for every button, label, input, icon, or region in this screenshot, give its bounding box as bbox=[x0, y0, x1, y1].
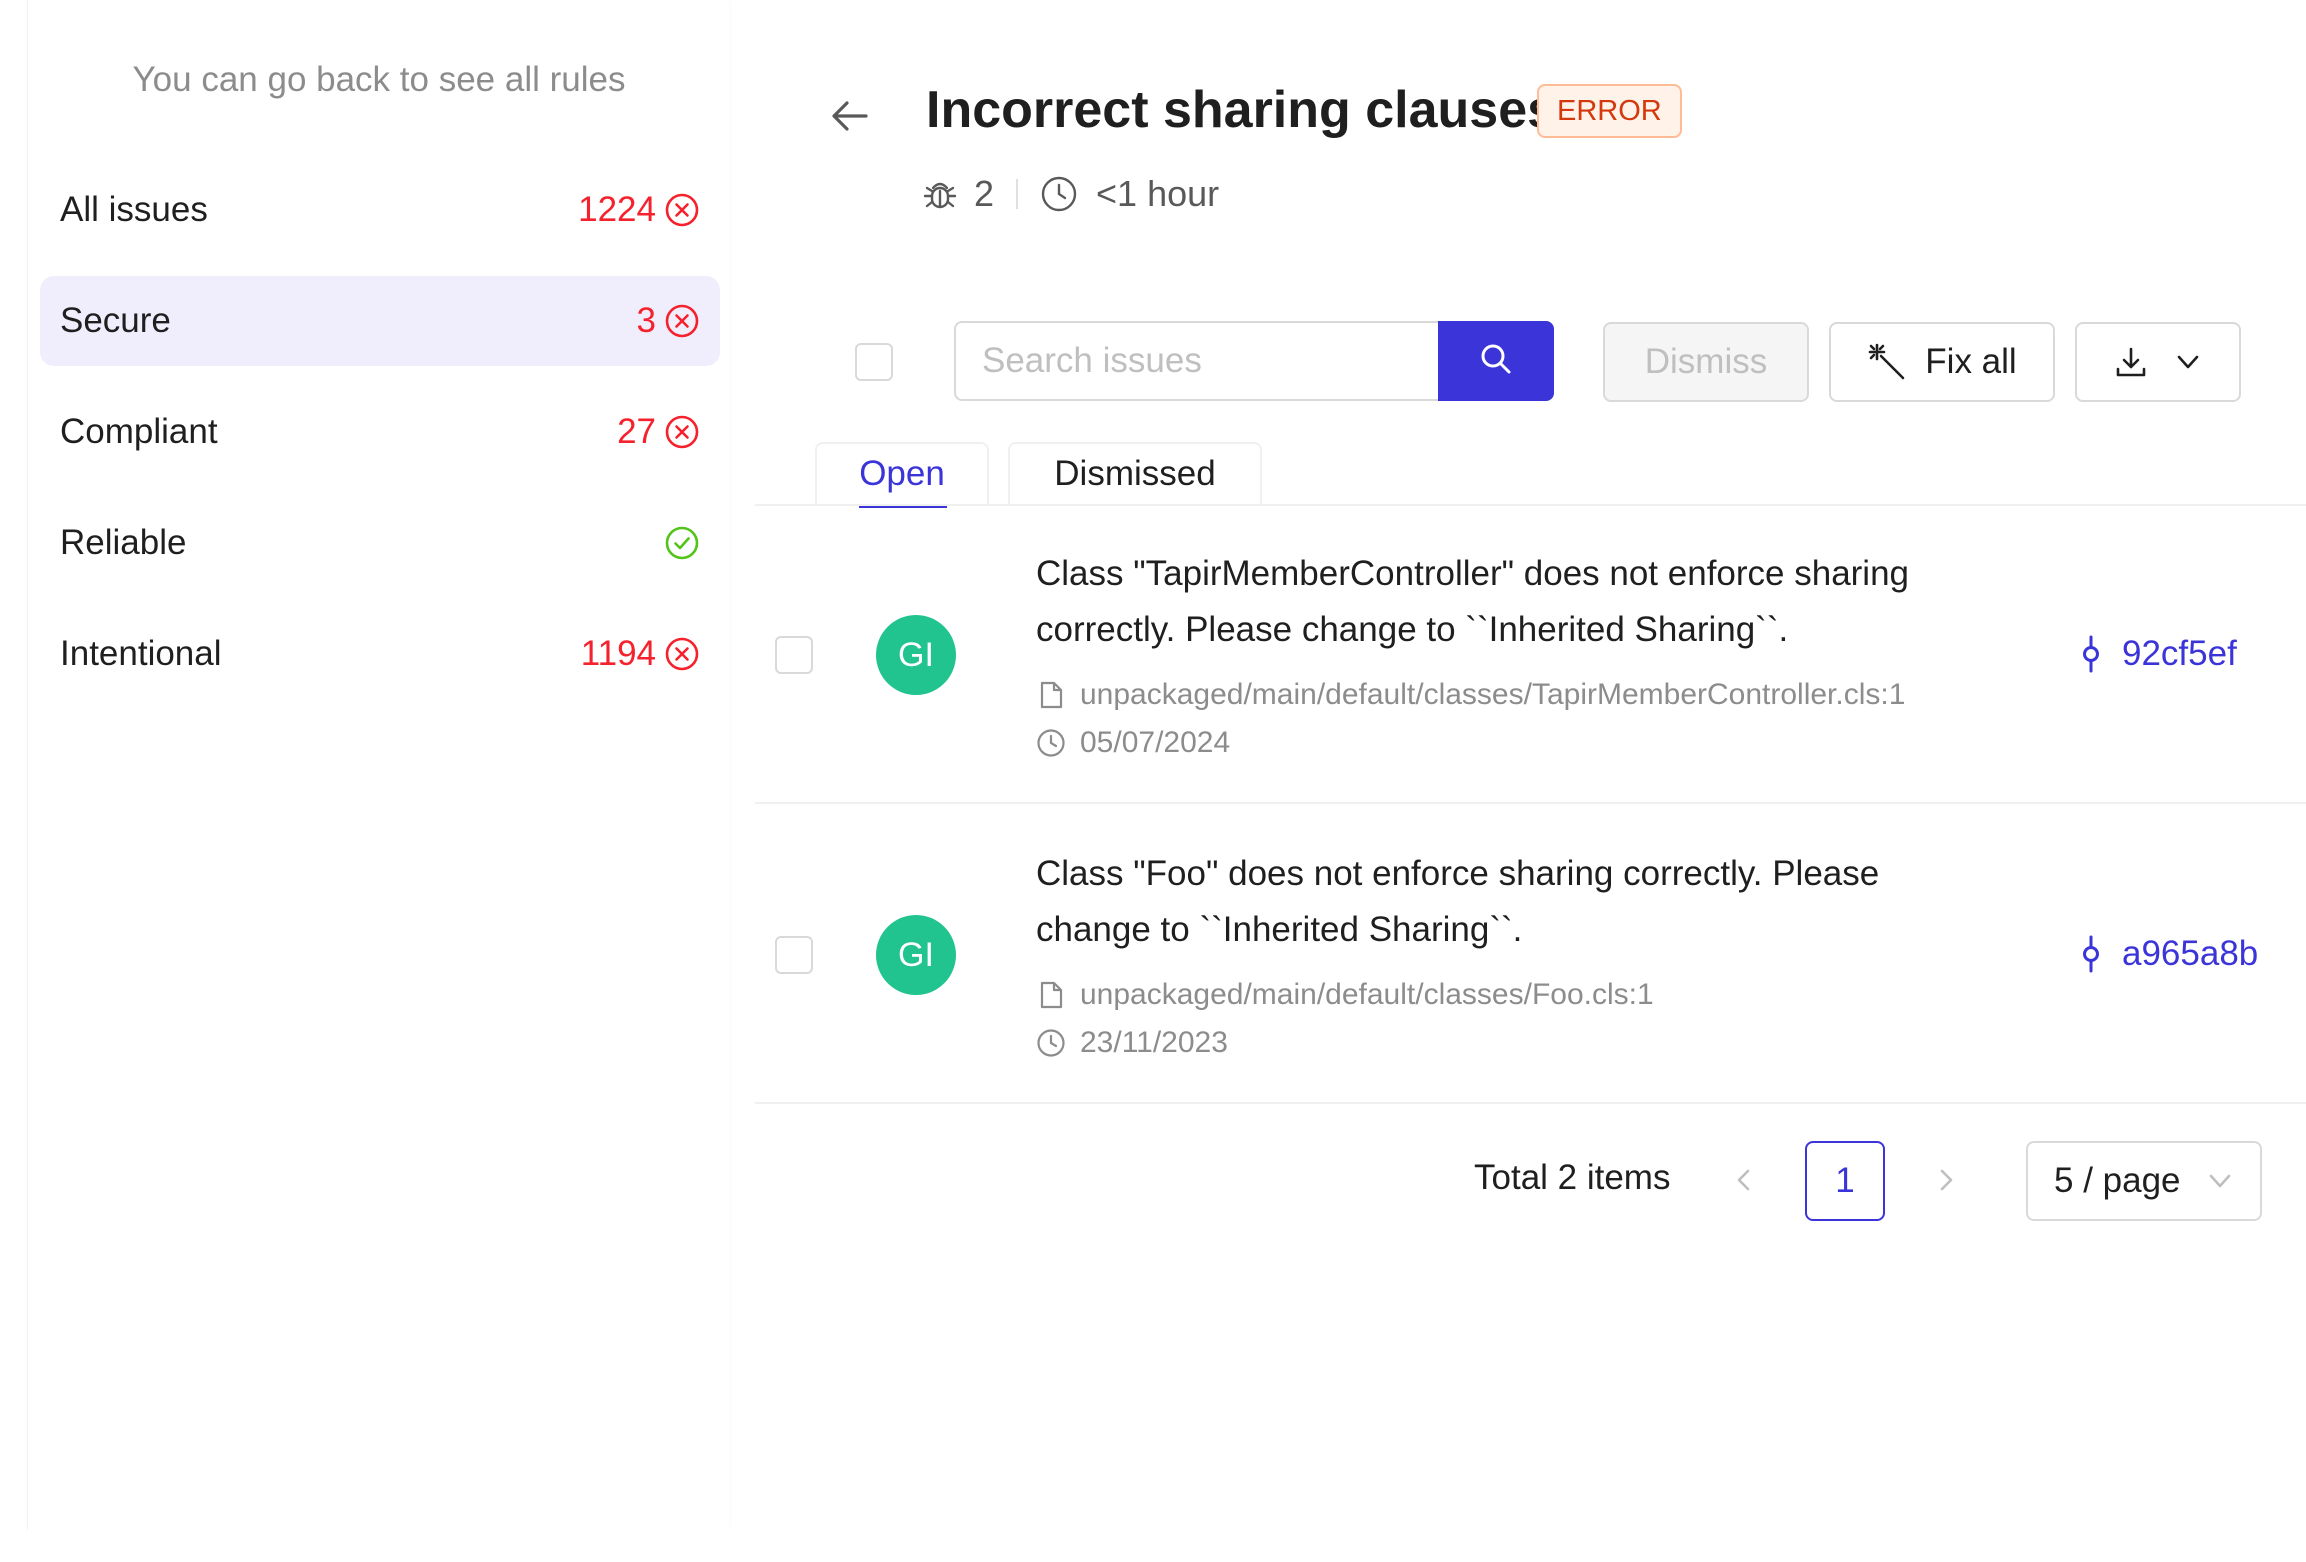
issue-date: 05/07/2024 bbox=[1036, 726, 1230, 760]
sidebar-item-count: 1224 bbox=[578, 190, 656, 229]
page-size-value: 5 / page bbox=[2054, 1161, 2181, 1200]
tab-dismissed[interactable]: Dismissed bbox=[1008, 442, 1262, 504]
issue-file-path[interactable]: unpackaged/main/default/classes/Foo.cls:… bbox=[1036, 978, 1654, 1012]
tab-open[interactable]: Open bbox=[815, 442, 989, 508]
search-input[interactable] bbox=[954, 321, 1438, 401]
rule-meta: 2 <1 hour bbox=[920, 172, 1219, 216]
issue-date: 23/11/2023 bbox=[1036, 1026, 1228, 1060]
sidebar-item-intentional[interactable]: Intentional 1194 bbox=[40, 609, 720, 699]
clock-icon bbox=[1036, 1028, 1066, 1058]
download-dropdown-button[interactable] bbox=[2075, 322, 2241, 402]
sidebar: You can go back to see all rules All iss… bbox=[27, 0, 729, 1530]
error-circle-icon bbox=[664, 192, 700, 228]
search-button[interactable] bbox=[1438, 321, 1554, 401]
meta-divider bbox=[1016, 179, 1019, 209]
app-frame: You can go back to see all rules All iss… bbox=[0, 0, 2306, 1562]
sidebar-item-label: Secure bbox=[60, 301, 171, 340]
sidebar-item-label: Reliable bbox=[60, 523, 187, 562]
date-text: 05/07/2024 bbox=[1080, 726, 1231, 759]
issue-message[interactable]: Class "Foo" does not enforce sharing cor… bbox=[1036, 846, 1996, 958]
total-items: Total 2 items bbox=[1474, 1158, 1671, 1197]
sidebar-item-count: 27 bbox=[617, 412, 656, 451]
sidebar-item-secure[interactable]: Secure 3 bbox=[40, 276, 720, 366]
chevron-right-icon bbox=[1932, 1166, 1960, 1194]
check-circle-icon bbox=[664, 525, 700, 561]
chevron-down-icon bbox=[2174, 348, 2202, 376]
commit-link[interactable]: 92cf5ef bbox=[2076, 634, 2237, 674]
fix-all-button[interactable]: Fix all bbox=[1829, 322, 2055, 402]
effort-estimate: <1 hour bbox=[1096, 173, 1220, 214]
commit-hash: a965a8b bbox=[2122, 934, 2259, 973]
issue-row: GI Class "Foo" does not enforce sharing … bbox=[755, 806, 2306, 1104]
error-circle-icon bbox=[664, 636, 700, 672]
error-circle-icon bbox=[664, 414, 700, 450]
chevron-down-icon bbox=[2206, 1167, 2234, 1195]
prev-page-button[interactable] bbox=[1724, 1160, 1764, 1200]
magic-wand-icon bbox=[1867, 342, 1907, 382]
download-icon bbox=[2114, 345, 2148, 379]
sidebar-item-compliant[interactable]: Compliant 27 bbox=[40, 387, 720, 477]
dismiss-button[interactable]: Dismiss bbox=[1603, 322, 1809, 402]
tab-label: Dismissed bbox=[1054, 454, 1216, 493]
file-icon bbox=[1036, 980, 1066, 1010]
error-circle-icon bbox=[664, 303, 700, 339]
date-text: 23/11/2023 bbox=[1080, 1026, 1228, 1059]
fix-all-label: Fix all bbox=[1925, 342, 2017, 381]
commit-hash: 92cf5ef bbox=[2122, 634, 2237, 673]
commit-icon bbox=[2076, 634, 2106, 674]
chevron-left-icon bbox=[1730, 1166, 1758, 1194]
back-arrow-icon[interactable] bbox=[826, 92, 874, 140]
sidebar-item-label: Intentional bbox=[60, 634, 222, 673]
sidebar-item-all-issues[interactable]: All issues 1224 bbox=[40, 165, 720, 255]
issue-message[interactable]: Class "TapirMemberController" does not e… bbox=[1036, 546, 1996, 658]
page-title: Incorrect sharing clauses bbox=[926, 81, 1557, 139]
sidebar-item-count: 3 bbox=[636, 301, 656, 340]
issue-checkbox[interactable] bbox=[775, 936, 813, 974]
file-path-text: unpackaged/main/default/classes/Foo.cls:… bbox=[1080, 978, 1654, 1011]
sidebar-item-label: All issues bbox=[60, 190, 208, 229]
commit-icon bbox=[2076, 934, 2106, 974]
bug-icon bbox=[920, 174, 960, 214]
next-page-button[interactable] bbox=[1926, 1160, 1966, 1200]
page-1-button[interactable]: 1 bbox=[1805, 1141, 1885, 1221]
issue-file-path[interactable]: unpackaged/main/default/classes/TapirMem… bbox=[1036, 678, 1905, 712]
avatar: GI bbox=[876, 615, 956, 695]
commit-link[interactable]: a965a8b bbox=[2076, 934, 2258, 974]
clock-icon bbox=[1036, 728, 1066, 758]
tab-label: Open bbox=[859, 454, 945, 493]
search-icon bbox=[1478, 341, 1514, 382]
issue-checkbox[interactable] bbox=[775, 636, 813, 674]
back-to-rules-hint[interactable]: You can go back to see all rules bbox=[28, 60, 730, 100]
severity-badge: ERROR bbox=[1537, 84, 1682, 138]
file-icon bbox=[1036, 680, 1066, 710]
clock-icon bbox=[1040, 175, 1078, 213]
sidebar-item-label: Compliant bbox=[60, 412, 218, 451]
issue-row: GI Class "TapirMemberController" does no… bbox=[755, 506, 2306, 804]
avatar: GI bbox=[876, 915, 956, 995]
select-all-checkbox[interactable] bbox=[855, 343, 893, 381]
file-path-text: unpackaged/main/default/classes/TapirMem… bbox=[1080, 678, 1906, 711]
sidebar-item-reliable[interactable]: Reliable bbox=[40, 498, 720, 588]
sidebar-item-count: 1194 bbox=[580, 634, 656, 673]
page-size-select[interactable]: 5 / page bbox=[2026, 1141, 2262, 1221]
issue-count: 2 bbox=[974, 173, 995, 214]
